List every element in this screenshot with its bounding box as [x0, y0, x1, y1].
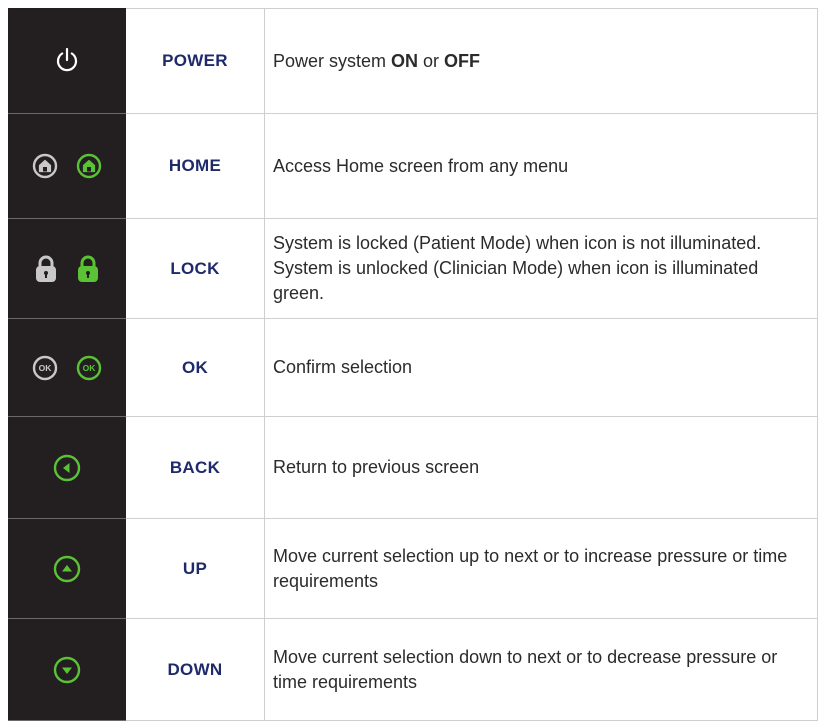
table-row-back: BACK Return to previous screen: [8, 416, 818, 519]
back-arrow-icon: [53, 454, 81, 481]
description-text: or: [418, 50, 445, 71]
ok-icon-green: OK: [76, 355, 102, 380]
icon-cell: [8, 416, 126, 519]
ok-icon-text: OK: [39, 363, 53, 373]
lock-icon-green: [78, 255, 98, 282]
row-description: System is locked (Patient Mode) when ico…: [264, 218, 818, 319]
row-description: Return to previous screen: [264, 416, 818, 519]
description-bold-off: OFF: [444, 50, 481, 71]
table-row-power: POWER Power system ON or OFF: [8, 8, 818, 114]
row-label: DOWN: [125, 618, 265, 721]
icon-cell: [8, 113, 126, 219]
icon-cell: [8, 518, 126, 619]
row-label: HOME: [125, 113, 265, 219]
power-icon: [56, 47, 78, 72]
table-row-down: DOWN Move current selection down to next…: [8, 618, 818, 721]
row-label: BACK: [125, 416, 265, 519]
lock-icon-grey: [36, 255, 56, 282]
row-label: OK: [125, 318, 265, 417]
table-row-up: UP Move current selection up to next or …: [8, 518, 818, 619]
row-description: Power system ON or OFF: [264, 8, 818, 114]
ok-icon-text: OK: [83, 363, 97, 373]
table-row-ok: OK OK OK Confirm selection: [8, 318, 818, 417]
icon-cell: [8, 218, 126, 319]
row-label: LOCK: [125, 218, 265, 319]
button-reference-table: POWER Power system ON or OFF HOME Access…: [8, 8, 818, 721]
ok-icon-grey: OK: [32, 355, 58, 380]
description-bold-on: ON: [391, 50, 419, 71]
icon-cell: OK OK: [8, 318, 126, 417]
row-description: Move current selection down to next or t…: [264, 618, 818, 721]
row-description: Confirm selection: [264, 318, 818, 417]
table-row-lock: LOCK System is locked (Patient Mode) whe…: [8, 218, 818, 319]
description-text: Power system: [273, 50, 392, 71]
icon-cell: [8, 8, 126, 114]
down-arrow-icon: [53, 656, 81, 683]
icon-cell: [8, 618, 126, 721]
home-icon-grey: [32, 153, 58, 179]
up-arrow-icon: [53, 555, 81, 582]
row-description: Access Home screen from any menu: [264, 113, 818, 219]
table-row-home: HOME Access Home screen from any menu: [8, 113, 818, 219]
row-label: UP: [125, 518, 265, 619]
row-description: Move current selection up to next or to …: [264, 518, 818, 619]
home-icon-green: [76, 153, 102, 179]
row-label: POWER: [125, 8, 265, 114]
